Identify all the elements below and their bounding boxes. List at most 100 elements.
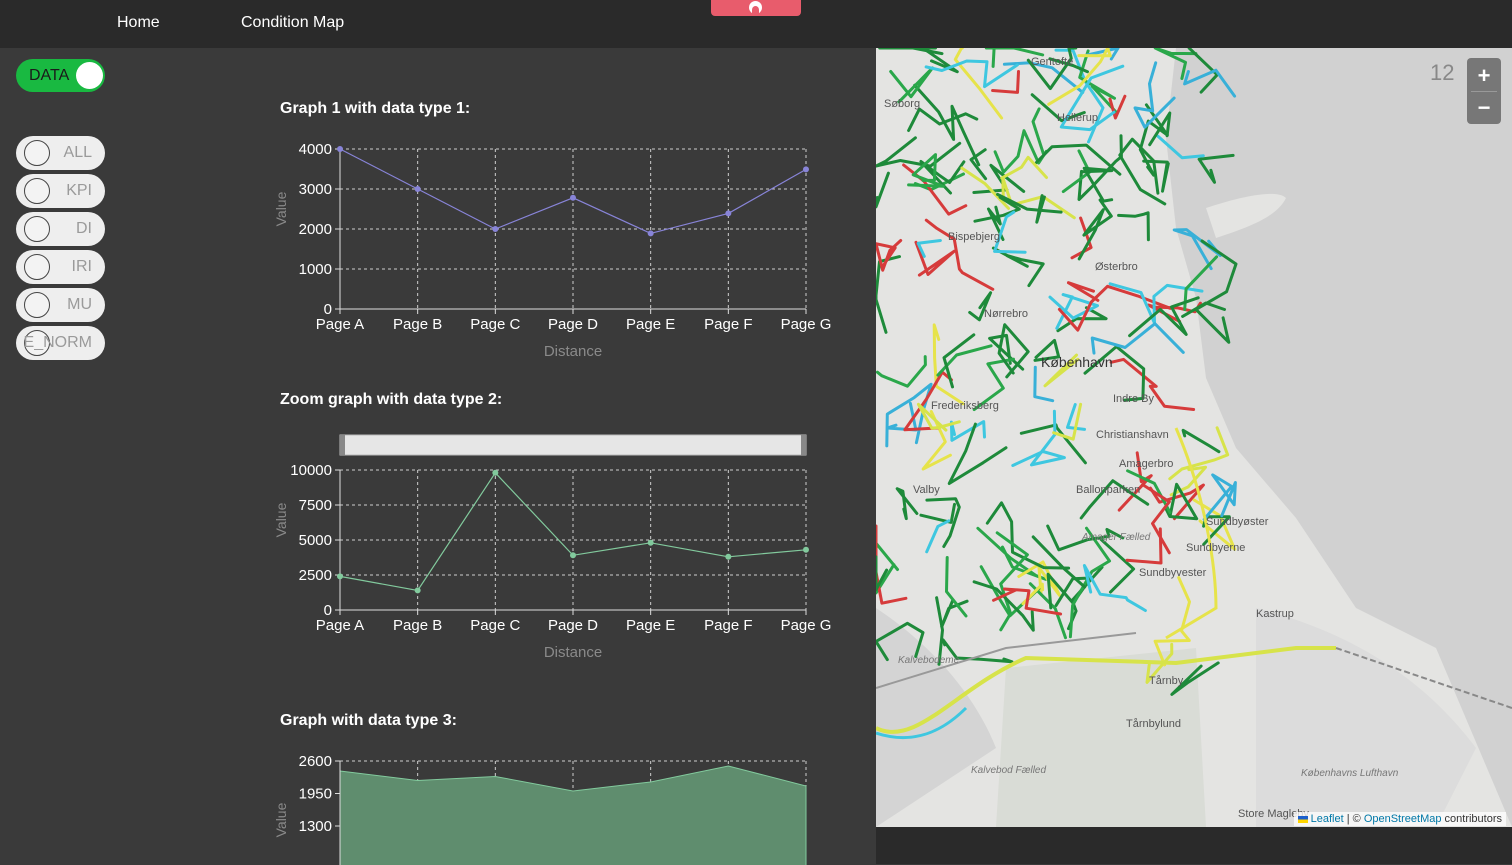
- y-tick-label: 7500: [299, 497, 332, 514]
- map-place-label: Østerbro: [1095, 261, 1138, 273]
- map-footer-bar: [876, 827, 1512, 864]
- y-tick-label: 5000: [299, 532, 332, 549]
- data-toggle[interactable]: DATA: [16, 59, 105, 92]
- y-tick-label: 2500: [299, 567, 332, 584]
- x-tick-label: Page G: [781, 316, 832, 333]
- graph-2-zoom-line-chart[interactable]: 025005000750010000Page A Page B Page C Page…: [270, 425, 850, 675]
- x-tick-label: Page G: [781, 617, 832, 634]
- map-place-label: Amager Fælled: [1082, 532, 1151, 543]
- y-axis-label: Value: [273, 191, 289, 226]
- brush-handle-left: [340, 435, 345, 455]
- y-tick-label: 4000: [299, 141, 332, 158]
- map-place-label: Hellerup: [1057, 112, 1098, 124]
- filter-label: KPI: [66, 182, 92, 199]
- data-point: [337, 146, 343, 152]
- y-tick-label: 2000: [299, 221, 332, 238]
- data-toggle-label: DATA: [29, 67, 70, 84]
- leaflet-link[interactable]: Leaflet: [1311, 813, 1344, 825]
- ukraine-flag-icon: [1297, 815, 1308, 823]
- toggle-knob: [24, 178, 50, 204]
- attribution-separator: | ©: [1343, 813, 1364, 825]
- data-point: [803, 166, 809, 173]
- x-tick-label: Page D: [548, 617, 598, 634]
- zoom-in-button[interactable]: +: [1467, 60, 1501, 92]
- graph-1-line-chart[interactable]: 01000200030004000Page A Page B Page C Page …: [270, 135, 850, 375]
- x-tick-label: Page A: [316, 617, 364, 634]
- collapse-tab-button[interactable]: [711, 0, 801, 16]
- data-point: [414, 587, 421, 594]
- x-tick-label: Page C: [470, 316, 520, 333]
- map-place-label: Søborg: [884, 98, 921, 110]
- x-tick-label: Page A: [316, 316, 364, 333]
- map-place-label: Tårnby: [1149, 675, 1184, 687]
- x-axis-label: Distance: [544, 644, 602, 661]
- brush-handle-right: [801, 435, 806, 455]
- map-place-label: Frederiksberg: [931, 400, 999, 412]
- filter-label: E_NORM: [23, 334, 92, 351]
- attribution-contributors: contributors: [1441, 813, 1502, 825]
- data-point: [570, 552, 576, 559]
- x-axis-label: Distance: [544, 343, 602, 360]
- data-point: [492, 469, 499, 476]
- y-tick-label: 2600: [299, 753, 332, 770]
- graph-3-area-chart[interactable]: 1300 1950 2600 Value: [270, 745, 850, 865]
- filter-toggle-mu[interactable]: MU: [16, 288, 105, 322]
- map-place-label: Sundbyerne: [1186, 542, 1246, 554]
- top-navbar: Home Condition Map: [0, 0, 1512, 48]
- map-place-label: Christianshavn: [1096, 429, 1169, 441]
- y-tick-label: 10000: [290, 462, 332, 479]
- map-tiles[interactable]: [876, 48, 1512, 827]
- condition-map[interactable]: Gentofte Søborg Hellerup Bispebjerg Østerbro…: [876, 48, 1512, 827]
- filter-label: IRI: [71, 258, 92, 275]
- map-place-label: Tårnbylund: [1126, 718, 1182, 730]
- filter-toggle-di[interactable]: DI: [16, 212, 105, 246]
- data-point: [725, 210, 732, 217]
- y-axis-label: Value: [273, 502, 289, 537]
- filter-toggle-kpi[interactable]: KPI: [16, 174, 105, 208]
- x-tick-label: Page D: [548, 316, 598, 333]
- filter-toggle-e-norm[interactable]: E_NORM: [16, 326, 105, 360]
- y-tick-label: 1000: [299, 261, 332, 278]
- graph-3-title: Graph with data type 3:: [280, 712, 457, 729]
- map-place-label: Ballonparken: [1076, 484, 1141, 496]
- nav-home-link[interactable]: Home: [117, 14, 160, 32]
- nav-condition-map-link[interactable]: Condition Map: [241, 14, 344, 32]
- data-point: [492, 226, 499, 232]
- map-place-label: København: [1041, 354, 1113, 370]
- data-point: [647, 539, 654, 546]
- map-place-label: Sundbyøster: [1206, 516, 1269, 528]
- x-tick-label: Page F: [704, 617, 752, 634]
- openstreetmap-link[interactable]: OpenStreetMap: [1364, 813, 1442, 825]
- data-point: [725, 553, 732, 560]
- filter-toggle-iri[interactable]: IRI: [16, 250, 105, 284]
- map-place-label: Sundbyvester: [1139, 567, 1207, 579]
- y-tick-label: 1300: [299, 818, 332, 835]
- map-place-label: Amagerbro: [1119, 458, 1174, 470]
- map-place-label: Valby: [913, 484, 940, 496]
- zoom-level-readout: 12: [1430, 60, 1455, 85]
- toggle-knob: [24, 216, 50, 242]
- x-tick-label: Page B: [393, 316, 442, 333]
- y-axis-label: Value: [273, 802, 289, 837]
- data-point: [570, 194, 576, 201]
- map-place-label: Nørrebro: [984, 308, 1029, 320]
- x-tick-label: Page B: [393, 617, 442, 634]
- x-tick-label: Page C: [470, 617, 520, 634]
- map-attribution: Leaflet | © OpenStreetMap contributors: [1293, 812, 1506, 826]
- filter-toggle-all[interactable]: ALL: [16, 136, 105, 170]
- filter-label: DI: [76, 220, 92, 237]
- toggle-knob: [24, 140, 50, 166]
- graph-2-title: Zoom graph with data type 2:: [280, 391, 503, 408]
- data-point: [414, 186, 421, 192]
- filter-label: MU: [67, 296, 92, 313]
- y-tick-label: 3000: [299, 181, 332, 198]
- map-place-label: Kalvebod Fælled: [971, 765, 1047, 776]
- toggle-knob: [24, 254, 50, 280]
- x-tick-label: Page E: [626, 617, 675, 634]
- map-place-label: Bispebjerg: [948, 231, 1000, 243]
- chevron-up-icon: [749, 1, 762, 14]
- zoom-out-button[interactable]: −: [1467, 92, 1501, 124]
- map-place-label: Indre By: [1113, 393, 1154, 405]
- data-point: [803, 546, 809, 553]
- filter-label: ALL: [63, 144, 92, 161]
